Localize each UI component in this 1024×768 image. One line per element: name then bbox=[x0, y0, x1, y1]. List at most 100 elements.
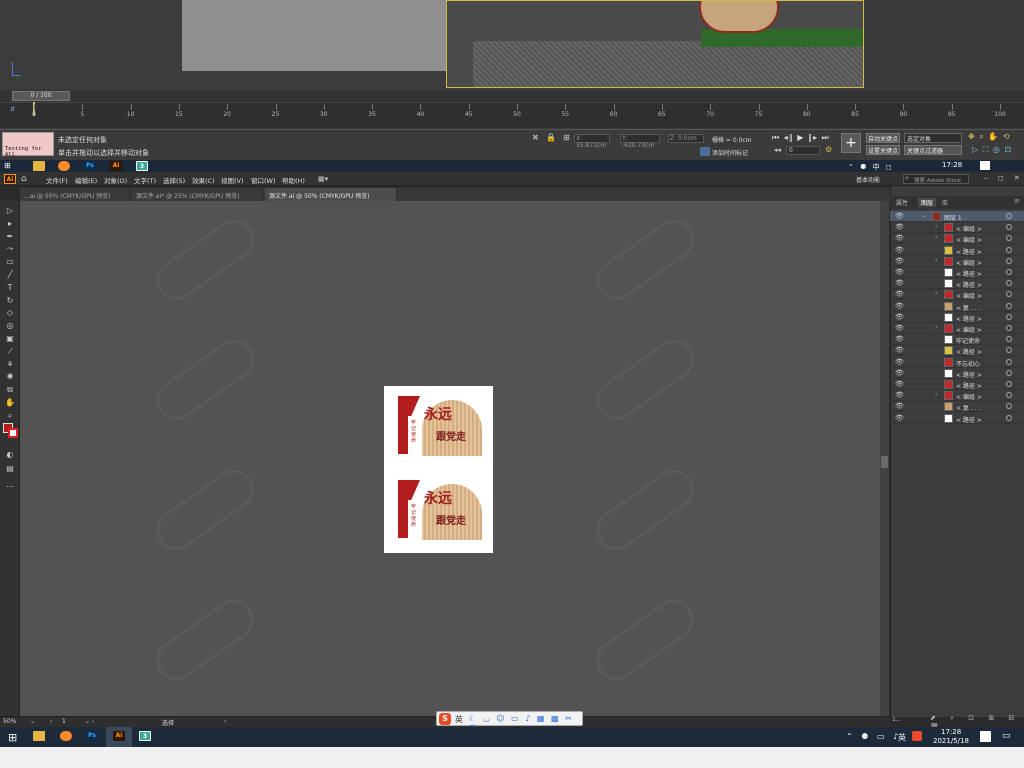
tray-icons[interactable]: ⌃ ⚈ 中 ◻ bbox=[848, 162, 894, 172]
sogou-tray-icon[interactable] bbox=[912, 731, 922, 741]
coord-x-field[interactable]: X: 35.871cm bbox=[574, 134, 610, 149]
document-tab[interactable]: 源文件.ai @ 50% (CMYK/GPU 预览) bbox=[265, 188, 397, 201]
stock-search-input[interactable]: 搜索 Adobe Stock bbox=[903, 174, 969, 184]
coord-y-field[interactable]: Y: -620.73cm bbox=[620, 134, 660, 149]
key-filters-button[interactable]: 关键点过滤器 bbox=[904, 145, 962, 155]
target-circle-icon[interactable] bbox=[1006, 325, 1012, 331]
visibility-eye-icon[interactable]: 👁 bbox=[895, 380, 904, 388]
sign-artwork-bottom[interactable]: 永远 跟党走 牢记使命 bbox=[394, 476, 484, 544]
type-tool-icon[interactable]: T bbox=[4, 283, 16, 293]
rectangle-tool-icon[interactable]: ▭ bbox=[4, 257, 16, 267]
ime-mode[interactable]: 英 bbox=[455, 714, 463, 725]
target-circle-icon[interactable] bbox=[1006, 414, 1012, 421]
layer-row[interactable]: 👁 < 路径 > bbox=[890, 413, 1024, 424]
expand-arrow-icon[interactable]: › bbox=[935, 290, 937, 297]
key-target-dropdown[interactable]: 选定对象 bbox=[904, 133, 962, 143]
visibility-eye-icon[interactable]: 👁 bbox=[895, 324, 904, 332]
sogou-logo[interactable]: S bbox=[439, 713, 451, 725]
paintbrush-tool-icon[interactable]: ╱ bbox=[4, 270, 16, 280]
menu-item[interactable]: 视图(V) bbox=[221, 175, 244, 185]
menu-item[interactable]: 窗口(W) bbox=[251, 175, 276, 185]
visibility-eye-icon[interactable]: 👁 bbox=[895, 268, 904, 276]
windows-start-icon[interactable]: ⊞ bbox=[4, 161, 11, 170]
visibility-eye-icon[interactable]: 👁 bbox=[895, 414, 904, 422]
visibility-eye-icon[interactable]: 👁 bbox=[895, 246, 904, 254]
illustrator-icon[interactable]: Ai bbox=[110, 161, 122, 171]
layer-row[interactable]: 👁 < 路径 > bbox=[890, 345, 1024, 357]
hand-tool-icon[interactable]: ✋ bbox=[4, 398, 16, 408]
visibility-eye-icon[interactable]: 👁 bbox=[895, 358, 904, 366]
expand-arrow-icon[interactable]: › bbox=[935, 234, 937, 241]
visibility-eye-icon[interactable]: 👁 bbox=[895, 313, 904, 321]
visibility-eye-icon[interactable]: 👁 bbox=[895, 257, 904, 265]
coord-z-field[interactable]: Z: 0.0cm bbox=[668, 134, 704, 143]
auto-key-button[interactable]: 自动关键点 bbox=[866, 133, 900, 143]
zoom-dropdown-icon[interactable]: ⌄ bbox=[30, 718, 35, 725]
expand-arrow-icon[interactable]: › bbox=[935, 391, 937, 398]
layer-row[interactable]: 👁 < 路径 > bbox=[890, 379, 1024, 390]
input-language[interactable]: 英 bbox=[898, 732, 906, 743]
sign-artwork-top[interactable]: 永远 跟党走 牢记使命 bbox=[394, 392, 484, 460]
firefox-icon[interactable] bbox=[58, 161, 70, 171]
file-explorer-icon[interactable] bbox=[33, 731, 45, 741]
playback-controls[interactable]: ⏮ ◂‖ ▶ ‖▸ ⏭ bbox=[772, 133, 830, 143]
visibility-eye-icon[interactable]: 👁 bbox=[895, 279, 904, 287]
menu-item[interactable]: 效果(C) bbox=[192, 175, 215, 185]
visibility-eye-icon[interactable]: 👁 bbox=[895, 369, 904, 377]
drawing-mode-icon[interactable]: ◐ bbox=[4, 450, 16, 460]
blend-tool-icon[interactable]: ⚘ bbox=[4, 360, 16, 370]
target-circle-icon[interactable] bbox=[1006, 213, 1012, 219]
tray-icons[interactable]: ⌃ ⚈ ▭ ♪ bbox=[846, 732, 901, 741]
close-transform-icon[interactable]: ✖ bbox=[532, 133, 539, 142]
artboard[interactable]: 永远 跟党走 牢记使命 永远 跟党走 牢记使命 bbox=[384, 386, 493, 553]
absolute-mode-icon[interactable]: ⊞ bbox=[563, 133, 570, 142]
time-slider-track[interactable] bbox=[0, 90, 1024, 102]
illustrator-icon[interactable]: Ai bbox=[113, 731, 125, 741]
action-center-icon[interactable]: ▭ bbox=[1002, 731, 1011, 741]
artboard-tool-icon[interactable]: ⧉ bbox=[4, 385, 16, 395]
screen-mode-icon[interactable]: ▤ bbox=[4, 464, 16, 474]
visibility-eye-icon[interactable]: 👁 bbox=[895, 302, 904, 310]
set-key-button[interactable]: 设置关键点 bbox=[866, 145, 900, 155]
eyedropper-tool-icon[interactable]: ⟋ bbox=[4, 347, 16, 357]
layer-row[interactable]: 👁 < 路径 > bbox=[890, 368, 1024, 379]
visibility-eye-icon[interactable]: 👁 bbox=[895, 223, 904, 231]
target-circle-icon[interactable] bbox=[1006, 336, 1012, 343]
shape-builder-icon[interactable]: ◎ bbox=[4, 321, 16, 331]
target-circle-icon[interactable] bbox=[1006, 302, 1012, 309]
visibility-eye-icon[interactable]: 👁 bbox=[895, 290, 904, 298]
eraser-tool-icon[interactable]: ◇ bbox=[4, 308, 16, 318]
photoshop-icon[interactable]: Ps bbox=[84, 161, 96, 171]
windows-start-icon[interactable]: ⊞ bbox=[8, 731, 17, 744]
stroke-color-swatch[interactable] bbox=[8, 428, 18, 438]
set-key-icon[interactable]: + bbox=[841, 133, 861, 153]
layer-row[interactable]: 👁 < 路径 > bbox=[890, 267, 1024, 278]
target-circle-icon[interactable] bbox=[1006, 291, 1012, 298]
direct-selection-tool-icon[interactable]: ▸ bbox=[4, 219, 16, 229]
more-tools-icon[interactable]: … bbox=[4, 480, 16, 490]
gradient-tool-icon[interactable]: ▣ bbox=[4, 334, 16, 344]
rotate-tool-icon[interactable]: ↻ bbox=[4, 296, 16, 306]
document-tab[interactable]: 源文件.ai* @ 25% (CMYK/GPU 预览) bbox=[132, 188, 263, 201]
notification-icon[interactable] bbox=[980, 161, 990, 170]
layer-row[interactable]: 👁 › < 编组 > bbox=[890, 390, 1024, 402]
target-circle-icon[interactable] bbox=[1006, 269, 1012, 275]
firefox-icon[interactable] bbox=[60, 731, 72, 741]
visibility-eye-icon[interactable]: 👁 bbox=[895, 346, 904, 354]
taskbar-clock-top[interactable]: 17:28 bbox=[942, 161, 962, 169]
selection-lock-icon[interactable]: 🔒 bbox=[546, 133, 556, 142]
home-icon[interactable]: ⌂ bbox=[21, 174, 27, 184]
zoom-field[interactable]: 50% bbox=[3, 718, 16, 725]
curvature-tool-icon[interactable]: ⤳ bbox=[4, 244, 16, 254]
target-circle-icon[interactable] bbox=[1006, 313, 1012, 320]
time-tag-icon[interactable] bbox=[700, 147, 710, 156]
next-artboard-icon[interactable]: ⌄ › bbox=[85, 718, 94, 725]
viewport-perspective[interactable] bbox=[446, 0, 864, 88]
layer-row[interactable]: 👁 < 路径 > bbox=[890, 245, 1024, 256]
prev-artboard-icon[interactable]: ‹ bbox=[50, 718, 52, 725]
menu-item[interactable]: 对象(O) bbox=[104, 175, 127, 185]
menu-item[interactable]: 文件(F) bbox=[46, 175, 68, 185]
visibility-eye-icon[interactable]: 👁 bbox=[895, 234, 904, 242]
3dsmax-icon[interactable]: 3 bbox=[136, 161, 148, 171]
ime-toolbar[interactable]: S 英 ☾ ◡ ☺ ▭ ♪ ▦ ▩ ✂ ⊞ bbox=[436, 711, 583, 732]
